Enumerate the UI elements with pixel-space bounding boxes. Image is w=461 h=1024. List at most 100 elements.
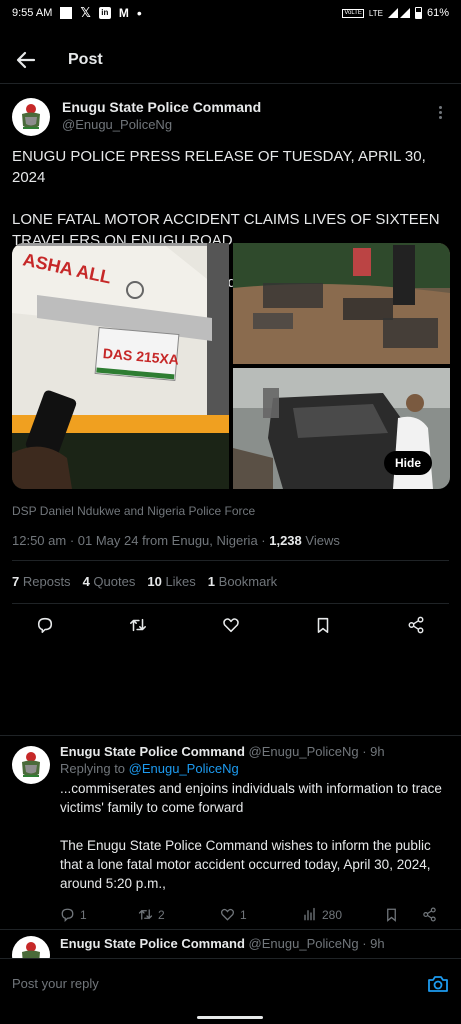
quotes-stat[interactable]: 4 Quotes (83, 574, 136, 589)
gmail-icon: M (118, 6, 129, 20)
network-type: LTE (368, 8, 383, 18)
media-grid: ASHA ALL DAS 215XA Hide (12, 243, 450, 489)
avatar[interactable] (12, 746, 50, 784)
x-icon: 𝕏 (80, 5, 91, 20)
square-icon (60, 7, 73, 19)
bookmark-icon (317, 617, 329, 633)
like-button[interactable] (222, 616, 240, 639)
reposts-stat[interactable]: 7 Reposts (12, 574, 71, 589)
battery-icon (414, 7, 422, 19)
media-image-wreck[interactable]: Hide (233, 368, 450, 489)
divider (12, 560, 449, 561)
media-caption[interactable]: DSP Daniel Ndukwe and Nigeria Police For… (12, 504, 255, 518)
home-indicator[interactable] (197, 1016, 263, 1019)
reply-actions: 1 2 1 280 (60, 907, 450, 922)
reply-age: · 9h (358, 744, 385, 759)
heart-icon (221, 908, 234, 921)
reply-author-handle[interactable]: @Enugu_PoliceNg (249, 744, 359, 759)
dot-icon (438, 106, 442, 109)
reply-paragraph: The Enugu State Police Command wishes to… (60, 838, 431, 891)
likes-stat[interactable]: 10 Likes (147, 574, 195, 589)
police-crest-icon (22, 752, 40, 777)
avatar[interactable] (12, 936, 50, 958)
reply-author-name[interactable]: Enugu State Police Command (60, 936, 245, 951)
timestamp-text: 12:50 am · 01 May 24 from Enugu, Nigeria… (12, 533, 270, 548)
page-title: Post (68, 50, 103, 68)
police-crest-icon (22, 104, 40, 129)
repost-button[interactable] (129, 616, 147, 639)
bookmark-button[interactable] (314, 616, 332, 639)
repost-icon (138, 909, 153, 920)
reply-paragraph: ...commiserates and enjoins individuals … (60, 781, 442, 815)
quotes-label: Quotes (93, 574, 136, 589)
author-row: Enugu State Police Command @Enugu_Police… (0, 86, 461, 136)
more-options-button[interactable] (431, 98, 449, 119)
replying-prefix: Replying to (60, 761, 129, 776)
signal-icon (387, 8, 410, 18)
media-image-scene[interactable] (233, 243, 450, 364)
bookmarks-label: Bookmark (218, 574, 278, 589)
share-button[interactable] (407, 616, 425, 639)
accident-scene-photo (233, 243, 450, 364)
back-button[interactable] (0, 36, 52, 84)
likes-label: Likes (165, 574, 196, 589)
reply-composer[interactable]: Post your reply (0, 958, 461, 1008)
media-image-bus[interactable]: ASHA ALL DAS 215XA (12, 243, 229, 489)
reply-text: ...commiserates and enjoins individuals … (60, 779, 450, 893)
camera-icon[interactable] (427, 973, 449, 995)
dot-icon (438, 111, 442, 114)
reply-reposts-count: 2 (158, 907, 165, 922)
views-label: Views (301, 533, 340, 548)
reply-repost-button[interactable]: 2 (138, 907, 220, 922)
reply-input[interactable]: Post your reply (12, 976, 99, 991)
bookmarks-stat[interactable]: 1 Bookmark (208, 574, 277, 589)
reply-header: Enugu State Police Command @Enugu_Police… (60, 744, 450, 759)
reply-likes-count: 1 (240, 907, 247, 922)
quotes-count: 4 (82, 574, 90, 589)
more-notifications-dot: • (136, 5, 142, 21)
arrow-left-icon (16, 51, 36, 68)
heart-icon (222, 617, 239, 632)
reply-button[interactable] (36, 616, 54, 639)
bookmarks-count: 1 (207, 574, 216, 589)
likes-count: 10 (147, 574, 162, 589)
share-icon (408, 616, 424, 633)
divider (12, 603, 449, 604)
reply-post[interactable]: Enugu State Police Command @Enugu_Police… (0, 736, 461, 931)
linkedin-icon: in (98, 7, 111, 19)
dot-icon (438, 116, 442, 119)
reply-views-button[interactable]: 280 (302, 907, 384, 922)
hide-media-button[interactable]: Hide (383, 451, 432, 475)
views-count: 1,238 (269, 533, 302, 548)
reply-author-name[interactable]: Enugu State Police Command (60, 744, 245, 759)
reply-like-button[interactable]: 1 (220, 907, 302, 922)
author-name[interactable]: Enugu State Police Command (62, 99, 261, 115)
reposts-label: Reposts (22, 574, 71, 589)
reply-bookmark-button[interactable] (384, 907, 422, 922)
share-icon (423, 907, 436, 922)
repost-icon (129, 618, 146, 631)
avatar[interactable] (12, 98, 50, 136)
post-timestamp: 12:50 am · 01 May 24 from Enugu, Nigeria… (12, 533, 340, 548)
reply-reply-button[interactable]: 1 (60, 907, 138, 922)
reply-share-button[interactable] (422, 907, 437, 922)
post-paragraph: ENUGU POLICE PRESS RELEASE OF TUESDAY, A… (12, 148, 426, 186)
post-stats: 7 Reposts 4 Quotes 10 Likes 1 Bookmark (12, 574, 277, 589)
reply-views-count: 280 (322, 907, 343, 922)
author-handle[interactable]: @Enugu_PoliceNg (62, 117, 261, 132)
top-bar: Post (0, 36, 461, 84)
reply-post[interactable]: Enugu State Police Command @Enugu_Police… (0, 930, 461, 958)
replying-to: Replying to @Enugu_PoliceNg (60, 761, 450, 776)
reply-age: · 9h (358, 936, 385, 951)
status-bar: 9:55 AM 𝕏 in M • VoLTE LTE 61% (0, 0, 461, 26)
reply-author-handle[interactable]: @Enugu_PoliceNg (249, 936, 359, 951)
battery-level: 61% (426, 7, 449, 19)
reply-header: Enugu State Police Command @Enugu_Police… (60, 936, 450, 951)
police-crest-icon (22, 942, 40, 958)
views-icon (304, 907, 315, 921)
mention-link[interactable]: @Enugu_PoliceNg (129, 761, 239, 776)
post-actions (0, 610, 461, 644)
status-time: 9:55 AM (12, 7, 53, 19)
bookmark-icon (387, 908, 396, 922)
reply-icon (61, 908, 74, 922)
